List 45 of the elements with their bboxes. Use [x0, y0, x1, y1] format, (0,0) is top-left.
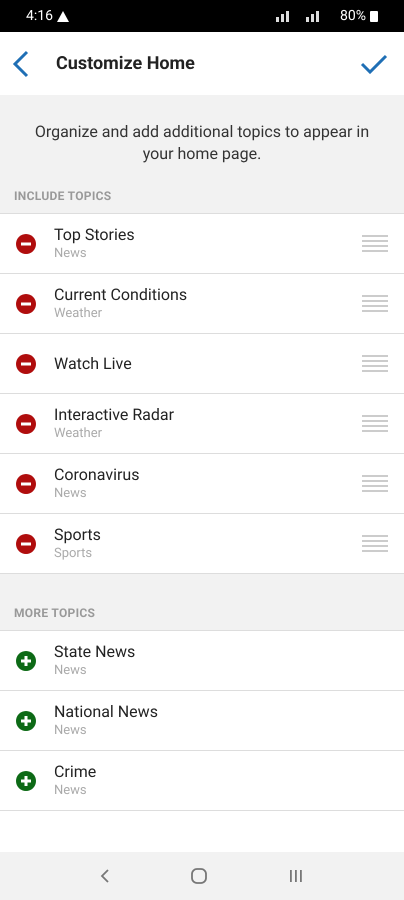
topic-category: Sports: [54, 544, 94, 562]
topic-title: State News: [54, 642, 136, 662]
topic-title: Interactive Radar: [54, 404, 176, 424]
remove-icon[interactable]: [16, 414, 36, 434]
description-text: Organize and add additional topics to appear in your home page.: [34, 121, 370, 165]
section-header: INCLUDE TOPICS: [13, 188, 112, 205]
battery-percent: 80%: [340, 6, 366, 26]
topic-title: Sports: [54, 524, 102, 544]
section-header: MORE TOPICS: [13, 605, 96, 622]
status-time: 4:16: [26, 6, 53, 26]
check-icon[interactable]: [360, 52, 388, 74]
drag-handle-icon[interactable]: [362, 534, 388, 552]
remove-icon[interactable]: [16, 534, 36, 554]
topic-category: News: [54, 662, 88, 680]
battery-icon: [370, 10, 378, 22]
topic-category: Weather: [54, 424, 104, 442]
remove-icon[interactable]: [16, 294, 36, 314]
topic-title: Coronavirus: [54, 464, 140, 484]
topic-title: Current Conditions: [54, 284, 188, 304]
drag-handle-icon[interactable]: [362, 234, 388, 252]
topic-category: News: [54, 722, 88, 740]
add-icon[interactable]: [16, 770, 36, 790]
topic-category: News: [54, 484, 88, 502]
warning-icon: [57, 10, 69, 22]
topic-title: National News: [54, 702, 159, 722]
remove-icon[interactable]: [16, 234, 36, 254]
back-icon[interactable]: [12, 50, 30, 78]
topic-title: Watch Live: [54, 354, 133, 374]
recents-nav-icon[interactable]: [288, 868, 304, 884]
back-nav-icon[interactable]: [100, 868, 110, 884]
add-icon[interactable]: [16, 650, 36, 670]
add-icon[interactable]: [16, 710, 36, 730]
topic-title: Top Stories: [54, 224, 136, 244]
drag-handle-icon[interactable]: [362, 474, 388, 492]
drag-handle-icon[interactable]: [362, 294, 388, 312]
topic-category: News: [54, 782, 88, 800]
topic-category: News: [54, 244, 88, 262]
home-nav-icon[interactable]: [190, 868, 207, 884]
topic-title: Crime: [54, 762, 98, 782]
drag-handle-icon[interactable]: [362, 414, 388, 432]
page-title: Customize Home: [56, 52, 196, 76]
remove-icon[interactable]: [16, 354, 36, 374]
remove-icon[interactable]: [16, 474, 36, 494]
topic-category: Weather: [54, 304, 104, 322]
drag-handle-icon[interactable]: [362, 354, 388, 372]
